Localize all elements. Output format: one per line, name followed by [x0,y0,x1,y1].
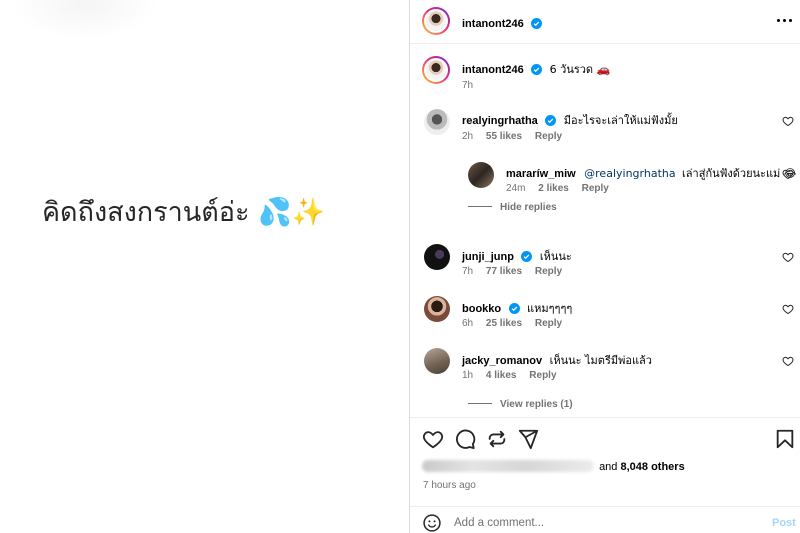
likes-count[interactable]: 8,048 others [620,461,684,473]
replies-line [468,403,492,404]
verified-icon [508,303,520,314]
comment-text: เล่าสู่กันฟังด้วยนะแม่ 😂 [682,167,797,180]
more-options-button[interactable] [775,12,795,28]
hide-replies-label: Hide replies [500,202,557,213]
like-comment-heart-icon[interactable] [782,168,794,180]
post-image: คิดถึงสงกรานต์อ่ะ 💦✨ [0,0,409,533]
comment-input[interactable] [454,513,754,533]
comment-likes[interactable]: 55 likes [486,131,522,142]
comment-likes[interactable]: 25 likes [486,318,522,329]
image-caption-text: คิดถึงสงกรานต์อ่ะ 💦✨ [42,197,326,228]
comment-username[interactable]: jacky_romanov [462,355,542,367]
comment-text: มีอะไรจะเล่าให้แม่ฟังมั้ย [563,114,678,127]
comment-text: เห็นนะ ไมตรีมีพ่อแล้ว [549,354,652,367]
post-header: intanont246 [410,0,800,44]
reply-item: mararíw_miw @realyingrhatha เล่าสู่กันฟั… [506,164,797,182]
header-username[interactable]: intanont246 [462,18,524,30]
comment-username[interactable]: realyingrhatha [462,115,538,127]
comment-item: junji_junp เห็นนะ [462,247,572,265]
share-icon[interactable] [486,428,508,450]
like-comment-heart-icon[interactable] [782,303,794,315]
comment-time: 7h [462,266,474,277]
likes-summary[interactable]: and 8,048 others [422,460,685,473]
comment-text: เห็นนะ [539,250,572,263]
header-avatar[interactable] [422,7,450,35]
comments-panel: intanont246 intanont246 6 วันรวด 🚗 7h re… [410,0,800,533]
comment-likes[interactable]: 77 likes [486,266,522,277]
comment-avatar[interactable] [424,109,450,135]
comment-time: 24m [506,183,526,194]
likes-and: and [599,461,618,473]
view-replies-label: View replies (1) [500,399,573,410]
comment-item: bookko แหมๆๆๆๆ [462,299,572,317]
comment-mention[interactable]: @realyingrhatha [584,167,675,180]
verified-icon [545,115,557,126]
post-comment-button[interactable]: Post [772,517,796,529]
comment-avatar[interactable] [468,162,494,188]
comment-likes[interactable]: 2 likes [538,183,569,194]
reply-button[interactable]: Reply [535,266,562,277]
reply-button[interactable]: Reply [535,318,562,329]
comment-likes[interactable]: 4 likes [486,370,517,381]
reply-button[interactable]: Reply [535,131,562,142]
liked-by-blurred [422,460,594,472]
like-comment-heart-icon[interactable] [782,251,794,263]
action-bar [410,417,800,457]
comment-avatar[interactable] [424,348,450,374]
comment-item: jacky_romanov เห็นนะ ไมตรีมีพ่อแล้ว [462,351,652,369]
hide-replies-button[interactable]: Hide replies [468,202,557,213]
send-icon[interactable] [517,428,539,450]
bookmark-icon[interactable] [774,428,796,450]
replies-line [468,206,492,207]
comment-avatar[interactable] [424,296,450,322]
verified-icon [521,251,533,262]
comment-bar: Post [410,506,800,533]
comment-avatar[interactable] [424,244,450,270]
like-comment-heart-icon[interactable] [782,115,794,127]
heart-icon[interactable] [422,428,444,450]
reply-button[interactable]: Reply [582,183,609,194]
verified-icon [531,18,543,29]
comment-item: realyingrhatha มีอะไรจะเล่าให้แม่ฟังมั้ย [462,111,678,129]
comment-icon[interactable] [454,428,476,450]
post-author-username[interactable]: intanont246 [462,64,524,76]
post-caption: 6 วันรวด 🚗 [549,63,611,76]
comment-time: 1h [462,370,474,381]
post-author-avatar[interactable] [422,56,450,84]
comment-username[interactable]: junji_junp [462,251,514,263]
post-time: 7h [462,80,474,91]
like-comment-heart-icon[interactable] [782,355,794,367]
comment-username[interactable]: bookko [462,303,501,315]
verified-icon [531,64,543,75]
comment-time: 6h [462,318,474,329]
comment-time: 2h [462,131,474,142]
image-shadow [10,0,160,40]
comment-text: แหมๆๆๆๆ [527,302,573,315]
reply-button[interactable]: Reply [529,370,556,381]
post-timestamp: 7 hours ago [423,480,476,491]
view-replies-button[interactable]: View replies (1) [468,399,573,410]
comment-username[interactable]: mararíw_miw [506,168,576,180]
emoji-icon[interactable] [422,513,442,533]
